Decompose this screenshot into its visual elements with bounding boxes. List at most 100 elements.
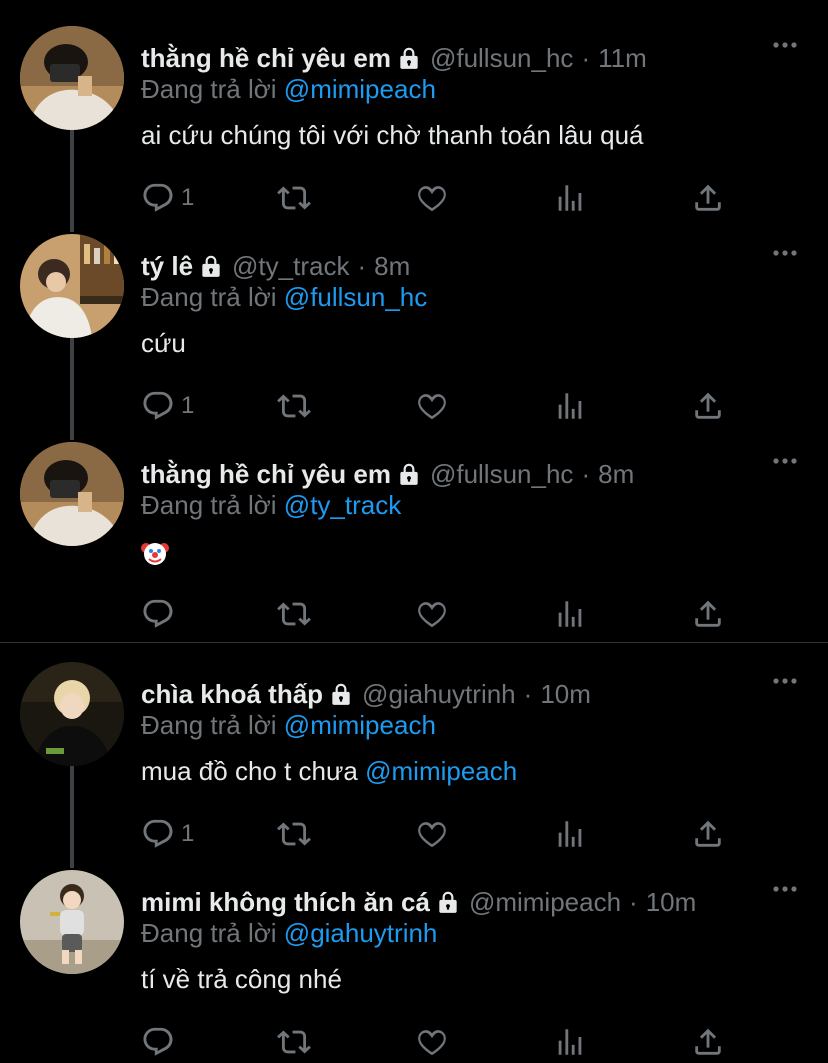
tweet[interactable]: thằng hề chỉ yêu em @fullsun_hc · 11m Đa…: [0, 26, 828, 226]
bar-chart-icon: [553, 817, 587, 851]
reply-thread-feed: thằng hề chỉ yêu em @fullsun_hc · 11m Đa…: [0, 0, 828, 1063]
more-icon[interactable]: [772, 40, 798, 50]
replying-to-mention[interactable]: @fullsun_hc: [284, 282, 427, 312]
replying-to-mention[interactable]: @giahuytrinh: [284, 918, 438, 948]
like-button[interactable]: [415, 1022, 449, 1062]
tweet-text: mua đồ cho t chưa @mimipeach: [141, 756, 517, 787]
user-handle[interactable]: @fullsun_hc: [430, 459, 573, 490]
speech-bubble-icon: [141, 1025, 175, 1059]
timestamp[interactable]: 10m: [540, 679, 591, 710]
user-handle[interactable]: @giahuytrinh: [362, 679, 516, 710]
tweet-text-content: mua đồ cho t chưa: [141, 756, 358, 786]
display-name[interactable]: tý lê: [141, 251, 193, 282]
share-button[interactable]: [691, 1022, 725, 1062]
bar-chart-icon: [553, 389, 587, 423]
retweet-button[interactable]: [277, 178, 311, 218]
share-button[interactable]: [691, 178, 725, 218]
tweet-text: ai cứu chúng tôi với chờ thanh toán lâu …: [141, 120, 644, 150]
tweet[interactable]: chìa khoá thấp @giahuytrinh · 10m Đang t…: [0, 662, 828, 862]
person-at-bar-avatar[interactable]: [20, 234, 124, 338]
retweet-button[interactable]: [277, 594, 311, 634]
user-handle[interactable]: @fullsun_hc: [430, 43, 573, 74]
replying-to-label: Đang trả lời: [141, 74, 277, 104]
retweet-icon: [277, 181, 311, 215]
more-icon[interactable]: [772, 456, 798, 466]
user-handle[interactable]: @mimipeach: [469, 887, 621, 918]
share-button[interactable]: [691, 386, 725, 426]
tweet-header: chìa khoá thấp @giahuytrinh · 10m: [141, 676, 808, 712]
timestamp[interactable]: 11m: [598, 43, 647, 74]
tweet-header: thằng hề chỉ yêu em @fullsun_hc · 11m: [141, 40, 808, 76]
replying-to-mention[interactable]: @ty_track: [284, 490, 401, 520]
replying-to-label: Đang trả lời: [141, 282, 277, 312]
reply-button[interactable]: 1: [141, 386, 194, 426]
retweet-button[interactable]: [277, 814, 311, 854]
more-icon[interactable]: [772, 676, 798, 686]
more-icon[interactable]: [772, 884, 798, 894]
stats-button[interactable]: [553, 594, 587, 634]
tweet-header: mimi không thích ăn cá @mimipeach · 10m: [141, 884, 808, 920]
stats-button[interactable]: [553, 386, 587, 426]
display-name[interactable]: thằng hề chỉ yêu em: [141, 459, 391, 490]
tweet[interactable]: mimi không thích ăn cá @mimipeach · 10m …: [0, 870, 828, 1063]
reply-button[interactable]: 1: [141, 178, 194, 218]
replying-to-label: Đang trả lời: [141, 490, 277, 520]
replying-to-label: Đang trả lời: [141, 918, 277, 948]
person-with-camera-avatar[interactable]: [20, 442, 124, 546]
tweet-header: tý lê @ty_track · 8m: [141, 248, 808, 284]
tweet[interactable]: thằng hề chỉ yêu em @fullsun_hc · 8m Đan…: [0, 442, 828, 642]
stats-button[interactable]: [553, 178, 587, 218]
replying-to: Đang trả lời @fullsun_hc: [141, 282, 427, 313]
tweet[interactable]: tý lê @ty_track · 8m Đang trả lời @fulls…: [0, 234, 828, 434]
replying-to-mention[interactable]: @mimipeach: [284, 74, 436, 104]
text-mention[interactable]: @mimipeach: [365, 756, 517, 786]
bar-chart-icon: [553, 597, 587, 631]
lock-icon: [328, 681, 354, 707]
timestamp[interactable]: 8m: [374, 251, 410, 282]
reply-button[interactable]: [141, 594, 181, 634]
separator-dot: ·: [357, 250, 367, 281]
like-button[interactable]: [415, 386, 449, 426]
tweet-text: tí về trả công nhé: [141, 964, 342, 994]
timestamp[interactable]: 8m: [598, 459, 634, 490]
toddler-avatar[interactable]: [20, 870, 124, 974]
display-name[interactable]: mimi không thích ăn cá: [141, 887, 430, 918]
share-button[interactable]: [691, 814, 725, 854]
stats-button[interactable]: [553, 814, 587, 854]
bar-chart-icon: [553, 1025, 587, 1059]
reply-count: 1: [181, 392, 195, 419]
timestamp[interactable]: 10m: [646, 887, 697, 918]
user-handle[interactable]: @ty_track: [232, 251, 349, 282]
retweet-button[interactable]: [277, 1022, 311, 1062]
replying-to-mention[interactable]: @mimipeach: [284, 710, 436, 740]
display-name[interactable]: chìa khoá thấp: [141, 679, 323, 710]
retweet-icon: [277, 389, 311, 423]
more-icon[interactable]: [772, 248, 798, 258]
retweet-button[interactable]: [277, 386, 311, 426]
stats-button[interactable]: [553, 1022, 587, 1062]
person-with-camera-avatar[interactable]: [20, 26, 124, 130]
speech-bubble-icon: [141, 597, 175, 631]
like-button[interactable]: [415, 178, 449, 218]
tweet-text: [141, 536, 169, 567]
reply-button[interactable]: 1: [141, 814, 194, 854]
share-upload-icon: [691, 389, 725, 423]
lock-icon: [396, 45, 422, 71]
like-button[interactable]: [415, 814, 449, 854]
heart-icon: [415, 181, 449, 215]
retweet-icon: [277, 1025, 311, 1059]
bar-chart-icon: [553, 181, 587, 215]
blond-person-avatar[interactable]: [20, 662, 124, 766]
reply-button[interactable]: [141, 1022, 181, 1062]
share-upload-icon: [691, 597, 725, 631]
display-name[interactable]: thằng hề chỉ yêu em: [141, 43, 391, 74]
replying-to: Đang trả lời @ty_track: [141, 490, 401, 521]
retweet-icon: [277, 817, 311, 851]
heart-icon: [415, 1025, 449, 1059]
tweet-text: cứu: [141, 328, 186, 358]
speech-bubble-icon: [141, 389, 175, 423]
like-button[interactable]: [415, 594, 449, 634]
share-button[interactable]: [691, 594, 725, 634]
share-upload-icon: [691, 817, 725, 851]
tweet-actions: 1: [141, 814, 741, 854]
